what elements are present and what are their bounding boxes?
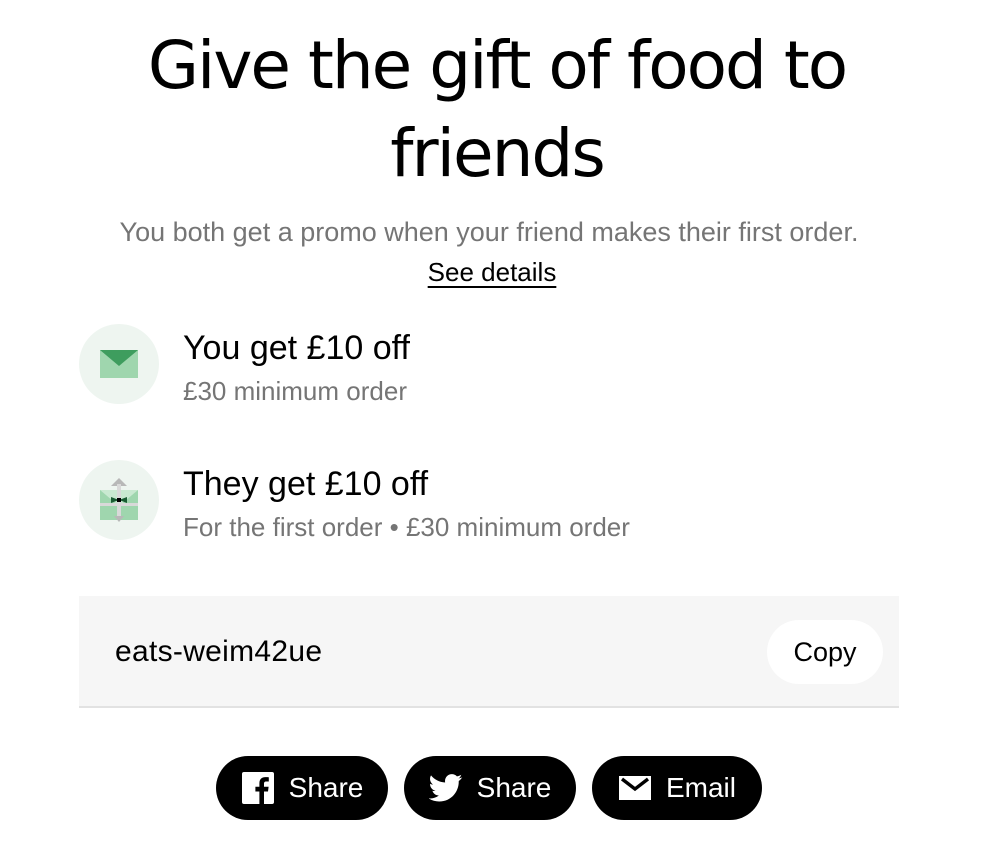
twitter-icon [428, 771, 463, 805]
page-subtitle: You both get a promo when your friend ma… [119, 217, 859, 247]
benefit-you: You get £10 off £30 minimum order [79, 324, 899, 406]
promo-code: eats-weim42ue [115, 635, 323, 668]
mail-icon [618, 771, 652, 805]
page-title-line-2: friends [390, 115, 605, 192]
facebook-icon [241, 771, 275, 805]
benefit-you-subtitle: £30 minimum order [183, 376, 407, 406]
copy-button[interactable]: Copy [767, 620, 883, 684]
facebook-share-button[interactable]: Share [216, 756, 388, 820]
envelope-icon [79, 324, 159, 404]
promo-code-box: eats-weim42ue Copy [79, 596, 899, 708]
email-share-label: Email [665, 772, 736, 803]
email-share-button[interactable]: Email [592, 756, 762, 820]
referral-page: Give the gift of food to friends You bot… [0, 0, 994, 854]
benefit-they-subtitle: For the first order • £30 minimum order [183, 512, 630, 542]
twitter-share-button[interactable]: Share [404, 756, 576, 820]
page-title: Give the gift of food to friends [0, 22, 994, 198]
gift-envelope-icon [79, 460, 159, 540]
page-title-line-1: Give the gift of food to [147, 27, 848, 104]
benefit-you-title: You get £10 off [183, 329, 410, 367]
share-buttons: Share Share Email [0, 756, 994, 820]
see-details-container: See details [0, 254, 984, 290]
facebook-share-label: Share [288, 772, 364, 803]
twitter-share-label: Share [476, 772, 552, 803]
see-details-link[interactable]: See details [428, 257, 557, 287]
benefit-they-title: They get £10 off [183, 465, 429, 503]
benefit-they: They get £10 off For the first order • £… [79, 460, 899, 542]
